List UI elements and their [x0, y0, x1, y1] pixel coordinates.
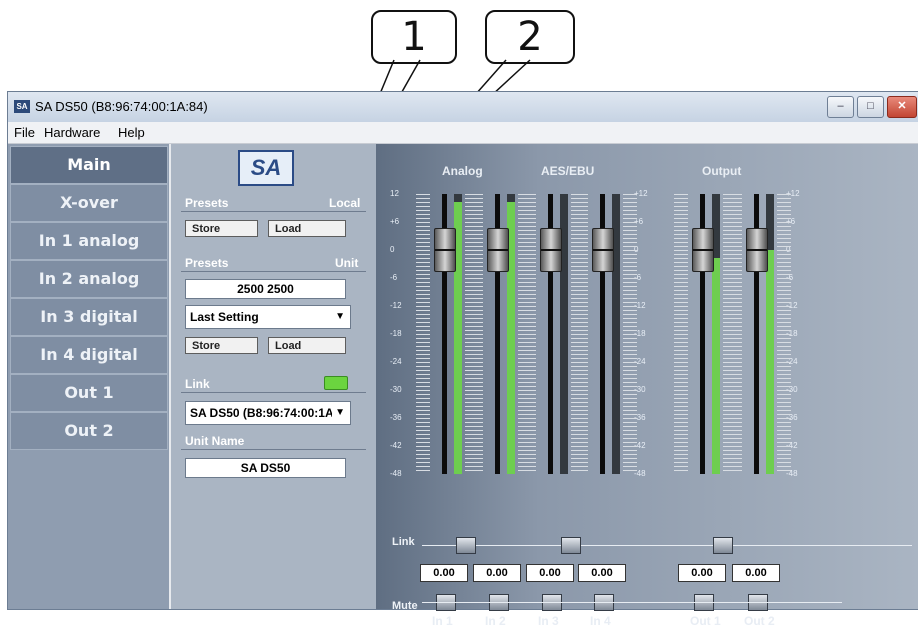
channel-label: In 3 [538, 614, 559, 628]
channel-label: In 1 [432, 614, 453, 628]
gain-value-field[interactable]: 0.00 [473, 564, 521, 582]
meter-ticks [777, 194, 791, 474]
mixer-panel: Analog AES/EBU Output Link Mute 12 +12 +12… [376, 144, 918, 628]
fader-knob[interactable] [592, 228, 614, 272]
link-row-label: Link [392, 536, 415, 548]
unit-preset-selected: Last Setting [190, 310, 259, 324]
gain-value-field[interactable]: 0.00 [526, 564, 574, 582]
channel-label: In 4 [590, 614, 611, 628]
scale-label-left: -18 [390, 329, 402, 338]
meter-ticks [623, 194, 637, 474]
sidebar: Main X-over In 1 analog In 2 analog In 3… [8, 144, 169, 609]
link-toggle-aes-ebu[interactable] [561, 537, 581, 554]
channel-label: Out 2 [744, 614, 775, 628]
link-device-selected: SA DS50 (B8:96:74:00:1A [190, 406, 334, 420]
level-meter-fill [712, 258, 720, 474]
divider [181, 271, 366, 272]
app-window: SA SA DS50 (B8:96:74:00:1A:84) – □ ✕ Fil… [7, 91, 918, 628]
scale-label-left: -30 [390, 385, 402, 394]
gain-value-field[interactable]: 0.00 [732, 564, 780, 582]
close-button[interactable]: ✕ [887, 96, 917, 118]
fader-knob[interactable] [692, 228, 714, 272]
menu-file[interactable]: File [14, 125, 35, 140]
fader-ticks [469, 194, 483, 474]
link-device-select[interactable]: SA DS50 (B8:96:74:00:1A ▼ [185, 401, 351, 425]
unit-preset-field[interactable]: 2500 2500 [185, 279, 346, 299]
nav-in-1-analog[interactable]: In 1 analog [10, 222, 168, 260]
nav-out-2[interactable]: Out 2 [10, 412, 168, 450]
preset-panel: SA Presets Local Store Load Presets Unit… [171, 144, 376, 609]
group-aes-ebu: AES/EBU [541, 164, 595, 178]
presets-local-label: Presets [185, 196, 229, 210]
chevron-down-icon: ▼ [335, 311, 345, 322]
fader-ticks [522, 194, 536, 474]
gain-value-field[interactable]: 0.00 [420, 564, 468, 582]
presets-unit-label: Presets [185, 256, 229, 270]
fader-ticks [416, 194, 430, 474]
channel-label: Out 1 [690, 614, 721, 628]
menu-bar: File Hardware Help [8, 122, 918, 144]
gain-value-field[interactable]: 0.00 [578, 564, 626, 582]
scale-label-left: +6 [390, 217, 400, 226]
app-icon: SA [14, 100, 30, 113]
minimize-button[interactable]: – [827, 96, 854, 118]
local-store-button[interactable]: Store [185, 220, 258, 237]
nav-in-4-digital[interactable]: In 4 digital [10, 336, 168, 374]
fader-ticks [728, 194, 742, 474]
divider [181, 449, 366, 450]
fader-knob[interactable] [540, 228, 562, 272]
scale-label-left: 0 [390, 245, 395, 254]
unit-preset-select[interactable]: Last Setting ▼ [185, 305, 351, 329]
fader-knob[interactable] [746, 228, 768, 272]
presets-local-scope: Local [329, 196, 361, 210]
scale-label-left: -48 [390, 469, 402, 478]
mute-rail [422, 602, 842, 603]
gain-value-field[interactable]: 0.00 [678, 564, 726, 582]
unit-load-button[interactable]: Load [268, 337, 346, 354]
window-title: SA DS50 (B8:96:74:00:1A:84) [35, 99, 208, 114]
presets-unit-scope: Unit [335, 256, 359, 270]
nav-out-1[interactable]: Out 1 [10, 374, 168, 412]
channel-label: In 2 [485, 614, 506, 628]
nav-in-2-analog[interactable]: In 2 analog [10, 260, 168, 298]
unit-name-field[interactable]: SA DS50 [185, 458, 346, 478]
scale-label-left: -12 [390, 301, 402, 310]
unit-store-button[interactable]: Store [185, 337, 258, 354]
callout-1: 1 [371, 10, 457, 64]
sa-logo: SA [238, 150, 294, 186]
fader-ticks [674, 194, 688, 474]
level-meter-fill [766, 250, 774, 474]
mute-row-label: Mute [392, 600, 418, 612]
nav-in-3-digital[interactable]: In 3 digital [10, 298, 168, 336]
divider [181, 211, 366, 212]
scale-label-left: -24 [390, 357, 402, 366]
menu-hardware[interactable]: Hardware [44, 125, 100, 140]
group-output: Output [702, 164, 742, 178]
callout-2: 2 [485, 10, 575, 64]
group-analog: Analog [442, 164, 483, 178]
scale-label-left: -36 [390, 413, 402, 422]
scale-label-left: -6 [390, 273, 398, 282]
link-label: Link [185, 377, 210, 391]
menu-help[interactable]: Help [118, 125, 145, 140]
unit-name-label: Unit Name [185, 434, 245, 448]
link-status-led [324, 376, 348, 390]
link-toggle-analog[interactable] [456, 537, 476, 554]
divider [181, 392, 366, 393]
local-load-button[interactable]: Load [268, 220, 346, 237]
maximize-button[interactable]: □ [857, 96, 884, 118]
link-rail [422, 545, 912, 546]
scale-label-left: -42 [390, 441, 402, 450]
fader-knob[interactable] [434, 228, 456, 272]
chevron-down-icon: ▼ [332, 402, 345, 424]
fader-knob[interactable] [487, 228, 509, 272]
title-bar: SA SA DS50 (B8:96:74:00:1A:84) – □ ✕ [8, 92, 918, 122]
nav-x-over[interactable]: X-over [10, 184, 168, 222]
link-toggle-output[interactable] [713, 537, 733, 554]
scale-label-left: 12 [390, 189, 399, 198]
fader-ticks [574, 194, 588, 474]
nav-main[interactable]: Main [10, 146, 168, 184]
